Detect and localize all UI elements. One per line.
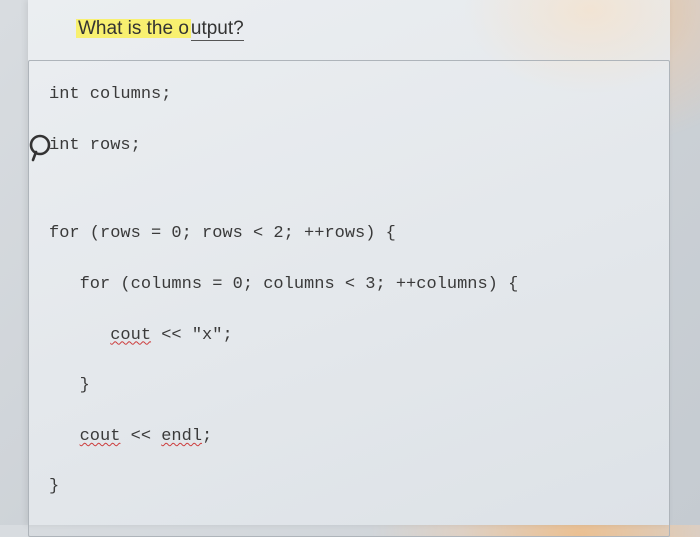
code-line: for (rows = 0; rows < 2; ++rows) {	[49, 222, 649, 247]
code-line: }	[49, 374, 649, 399]
code-line: int rows;	[49, 134, 649, 159]
squiggle-cout: cout	[80, 427, 121, 446]
code-line: for (columns = 0; columns < 3; ++columns…	[49, 273, 649, 298]
question-highlighted-part: What is the o	[76, 18, 191, 39]
code-box: int columns; int rows; for (rows = 0; ro…	[28, 60, 670, 537]
code-line: cout << endl;	[49, 425, 649, 450]
code-line: }	[49, 475, 649, 500]
code-line: int columns;	[49, 83, 649, 108]
question-heading: What is the output?	[76, 18, 244, 40]
squiggle-cout: cout	[110, 326, 151, 345]
question-rest: utput?	[191, 18, 244, 41]
comment-bubble-icon	[25, 133, 55, 163]
squiggle-endl: endl	[161, 427, 202, 446]
page-surface: What is the output? int columns; int row…	[28, 0, 670, 525]
code-line: cout << "x";	[49, 324, 649, 349]
